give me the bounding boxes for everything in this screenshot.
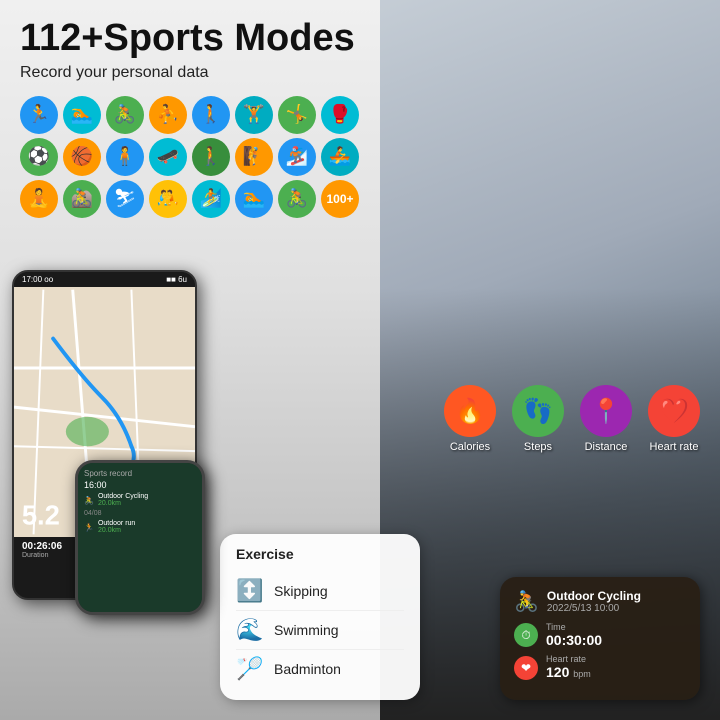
watch-date: 04/08 xyxy=(84,510,196,517)
time-stat-value: 00:30:00 xyxy=(546,632,602,648)
watch-cycling-icon: 🚴 xyxy=(84,496,94,505)
metrics-panel: 🔥 Calories 👣 Steps 📍 Distance ❤️ Heart r… xyxy=(444,385,700,453)
sport-icon-basketball2: 🏀 xyxy=(63,138,101,176)
phone-duration-label: Duration xyxy=(22,552,62,559)
sports-icons-grid: 🏃 🏊 🚴 ⛹ 🚶 🏋 🤸 🥊 ⚽ 🏀 🧍 🛹 🚶 🧗 🏂 🚣 🧘 🚵 ⛷ 🤼 xyxy=(0,88,720,226)
main-title: 112+Sports Modes xyxy=(20,18,700,60)
sport-icon-snowboard: 🏂 xyxy=(278,138,316,176)
svg-text:5.2: 5.2 xyxy=(22,500,60,531)
time-stat-label: Time xyxy=(546,622,602,632)
watch-run-label: Outdoor run xyxy=(98,520,135,527)
sport-icon-mtb: 🚵 xyxy=(63,180,101,218)
sport-icon-surf: 🏄 xyxy=(192,180,230,218)
sport-icon-yoga: 🧘 xyxy=(20,180,58,218)
sport-icon-rowing: 🚣 xyxy=(321,138,359,176)
watch-time: 16:00 xyxy=(84,480,196,490)
skipping-label: Skipping xyxy=(274,583,328,599)
hr-stat-unit: bpm xyxy=(573,669,591,679)
watch-cycling-dist: 20.0km xyxy=(98,500,148,507)
watch-run-dist: 20.0km xyxy=(98,527,135,534)
hr-stat-value: 120 xyxy=(546,664,573,680)
phone-duration-section: 00:26:06 Duration xyxy=(22,541,62,559)
calories-label: Calories xyxy=(450,441,490,453)
watch-screen: Sports record 16:00 🚴 Outdoor Cycling 20… xyxy=(78,463,202,612)
steps-label: Steps xyxy=(524,441,552,453)
metric-distance: 📍 Distance xyxy=(580,385,632,453)
watch-entry-1: 🚴 Outdoor Cycling 20.0km xyxy=(84,493,196,507)
sport-icon-ski: ⛷ xyxy=(106,180,144,218)
page-content: 112+Sports Modes Record your personal da… xyxy=(0,0,720,720)
phone-battery: ■■ 6u xyxy=(166,275,187,284)
exercise-item-swimming: 🌊 Swimming xyxy=(236,611,404,650)
sport-icon-walk2: 🚶 xyxy=(192,138,230,176)
sport-icon-soccer: ⚽ xyxy=(20,138,58,176)
watch-sports-label: Sports record xyxy=(84,469,196,478)
hr-stat-icon: ❤ xyxy=(514,656,538,680)
badminton-icon: 🏸 xyxy=(236,656,264,682)
cycling-stat-heartrate: ❤ Heart rate 120 bpm xyxy=(514,654,686,682)
cycling-stat-time: ⏱ Time 00:30:00 xyxy=(514,622,686,648)
skipping-icon: ↕️ xyxy=(236,578,264,604)
badminton-label: Badminton xyxy=(274,661,341,677)
exercise-item-skipping: ↕️ Skipping xyxy=(236,572,404,611)
exercise-item-badminton: 🏸 Badminton xyxy=(236,650,404,688)
sport-icon-swim2: 🏊 xyxy=(235,180,273,218)
cycling-panel-icon: 🚴 xyxy=(514,589,539,614)
sport-icon-bike2: 🚴 xyxy=(278,180,316,218)
exercise-panel: Exercise ↕️ Skipping 🌊 Swimming 🏸 Badmin… xyxy=(220,534,420,700)
metric-calories: 🔥 Calories xyxy=(444,385,496,453)
watch-entry-2: 🏃 Outdoor run 20.0km xyxy=(84,520,196,534)
hr-stat-label: Heart rate xyxy=(546,654,591,664)
cycling-panel-date: 2022/5/13 10:00 xyxy=(547,603,641,614)
heartrate-icon-circle: ❤️ xyxy=(648,385,700,437)
sport-icon-skateboard: 🛹 xyxy=(149,138,187,176)
header-section: 112+Sports Modes Record your personal da… xyxy=(0,0,720,88)
icon-row-1: 🏃 🏊 🚴 ⛹ 🚶 🏋 🤸 🥊 xyxy=(20,96,700,134)
sport-icon-person: 🧍 xyxy=(106,138,144,176)
sport-icon-climbing: 🧗 xyxy=(235,138,273,176)
distance-icon-circle: 📍 xyxy=(580,385,632,437)
cycling-panel-title: Outdoor Cycling xyxy=(547,589,641,603)
phone-duration-value: 00:26:06 xyxy=(22,541,62,552)
sport-icon-walking: 🚶 xyxy=(192,96,230,134)
time-stat-icon: ⏱ xyxy=(514,623,538,647)
heart-icon: ❤ xyxy=(521,661,531,675)
sport-icon-wrestling: 🤼 xyxy=(149,180,187,218)
phone-status-bar: 17:00 oo ■■ 6u xyxy=(14,272,195,287)
sport-icon-swimming: 🏊 xyxy=(63,96,101,134)
sport-icon-weightlifting: 🏋 xyxy=(235,96,273,134)
distance-icon: 📍 xyxy=(591,397,621,426)
calories-icon: 🔥 xyxy=(455,397,485,426)
steps-icon: 👣 xyxy=(523,397,553,426)
distance-label: Distance xyxy=(585,441,628,453)
time-icon: ⏱ xyxy=(521,628,530,643)
swimming-icon: 🌊 xyxy=(236,617,264,643)
cycling-panel-header: 🚴 Outdoor Cycling 2022/5/13 10:00 xyxy=(514,589,686,614)
swimming-label: Swimming xyxy=(274,622,339,638)
sport-icon-more: 100+ xyxy=(321,180,359,218)
calories-icon-circle: 🔥 xyxy=(444,385,496,437)
sport-icon-basketball: ⛹ xyxy=(149,96,187,134)
heartrate-icon: ❤️ xyxy=(659,397,689,426)
watch-mockup: Sports record 16:00 🚴 Outdoor Cycling 20… xyxy=(75,460,205,615)
exercise-panel-title: Exercise xyxy=(236,546,404,562)
cycling-detail-panel: 🚴 Outdoor Cycling 2022/5/13 10:00 ⏱ Time… xyxy=(500,577,700,700)
heartrate-label: Heart rate xyxy=(650,441,699,453)
icon-row-2: ⚽ 🏀 🧍 🛹 🚶 🧗 🏂 🚣 xyxy=(20,138,700,176)
subtitle: Record your personal data xyxy=(20,64,700,82)
icon-row-3: 🧘 🚵 ⛷ 🤼 🏄 🏊 🚴 100+ xyxy=(20,180,700,218)
sport-icon-running: 🏃 xyxy=(20,96,58,134)
sport-icon-gymnastics: 🤸 xyxy=(278,96,316,134)
watch-cycling-label: Outdoor Cycling xyxy=(98,493,148,500)
metric-steps: 👣 Steps xyxy=(512,385,564,453)
phone-time: 17:00 oo xyxy=(22,275,53,284)
steps-icon-circle: 👣 xyxy=(512,385,564,437)
sport-icon-boxing: 🥊 xyxy=(321,96,359,134)
metric-heartrate: ❤️ Heart rate xyxy=(648,385,700,453)
sport-icon-cycling: 🚴 xyxy=(106,96,144,134)
watch-run-icon: 🏃 xyxy=(84,523,94,532)
